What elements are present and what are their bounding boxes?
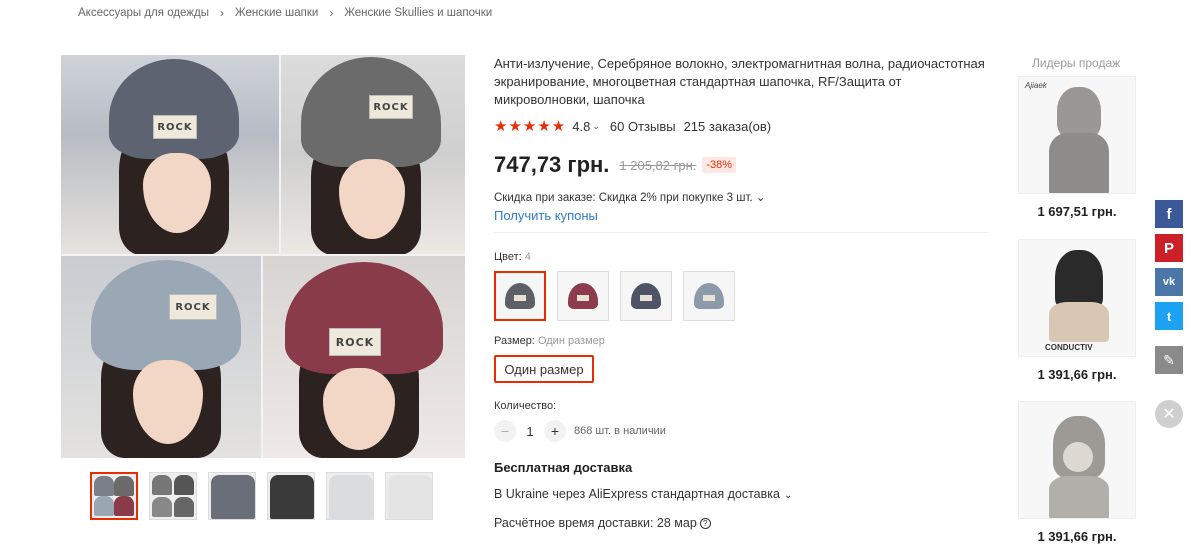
price-row: 747,73 грн. 1 205,82 грн. -38% — [494, 152, 737, 178]
chevron-down-icon[interactable]: ⌄ — [753, 192, 766, 204]
star-rating-icon: ★★★★★ — [494, 118, 567, 135]
thumbnail-strip — [90, 472, 433, 520]
thumbnail[interactable] — [90, 472, 138, 520]
quantity-stepper: − 1 + 868 шт. в наличии — [494, 420, 666, 442]
chevron-right-icon: › — [329, 6, 334, 20]
color-swatch[interactable] — [683, 271, 735, 321]
rock-patch: ROCK — [369, 95, 413, 119]
color-swatch[interactable] — [620, 271, 672, 321]
thumbnail[interactable] — [267, 472, 315, 520]
bestseller-item[interactable]: CONDUCTIV 1 391,66 грн. — [1018, 239, 1136, 382]
shipping-method-select[interactable]: В Ukraine через AliExpress стандартная д… — [494, 487, 792, 501]
get-coupons-link[interactable]: Получить купоны — [494, 208, 598, 223]
thumbnail[interactable] — [208, 472, 256, 520]
question-icon[interactable]: ? — [699, 518, 711, 529]
color-swatch[interactable] — [557, 271, 609, 321]
size-option-button[interactable]: Один размер — [494, 355, 594, 383]
shipping-title: Бесплатная доставка — [494, 460, 633, 475]
bestseller-image[interactable] — [1018, 401, 1136, 519]
rock-patch: ROCK — [329, 328, 381, 356]
rating-row: ★★★★★ 4.8 ⌄ 60 Отзывы 215 заказа(ов) — [494, 117, 771, 135]
plus-icon[interactable]: + — [544, 420, 566, 442]
reviews-link[interactable]: 60 Отзывы — [610, 119, 676, 134]
bestseller-price: 1 697,51 грн. — [1037, 204, 1117, 219]
bestseller-price: 1 391,66 грн. — [1037, 529, 1117, 544]
thumbnail[interactable] — [326, 472, 374, 520]
thumbnail[interactable] — [385, 472, 433, 520]
bestseller-image[interactable]: Ajiaek — [1018, 76, 1136, 194]
stock-count: 868 шт. в наличии — [574, 425, 666, 437]
chevron-down-icon[interactable]: ⌄ — [592, 121, 600, 132]
order-discount-info[interactable]: Скидка при заказе: Скидка 2% при покупке… — [494, 190, 766, 204]
size-label: Размер: Один размер — [494, 335, 605, 347]
old-price: 1 205,82 грн. — [619, 157, 697, 173]
thumbnail[interactable] — [149, 472, 197, 520]
rating-score[interactable]: 4.8 — [572, 119, 590, 134]
breadcrumb-item[interactable]: Женские Skullies и шапочки — [344, 7, 492, 19]
minus-icon[interactable]: − — [494, 420, 516, 442]
breadcrumb: Аксессуары для одежды › Женские шапки › … — [78, 6, 492, 20]
pinterest-icon[interactable]: P — [1155, 234, 1183, 262]
edit-icon[interactable]: ✎ — [1155, 346, 1183, 374]
discount-badge: -38% — [702, 157, 737, 173]
quantity-value[interactable]: 1 — [516, 424, 544, 439]
bestseller-item[interactable]: Ajiaek 1 697,51 грн. — [1018, 76, 1136, 219]
photo-quadrant: ROCK — [281, 55, 465, 254]
bestseller-item[interactable]: 1 391,66 грн. — [1018, 401, 1136, 544]
color-swatch[interactable] — [494, 271, 546, 321]
divider — [494, 232, 988, 233]
vk-icon[interactable]: vk — [1155, 268, 1183, 296]
bestseller-price: 1 391,66 грн. — [1037, 367, 1117, 382]
orders-count: 215 заказа(ов) — [683, 118, 772, 134]
facebook-icon[interactable]: f — [1155, 200, 1183, 228]
color-swatches — [494, 271, 735, 321]
twitter-icon[interactable]: t — [1155, 302, 1183, 330]
delivery-estimate: Расчётное время доставки: 28 мар? — [494, 516, 711, 530]
photo-quadrant: ROCK — [61, 55, 279, 254]
close-icon[interactable]: ✕ — [1155, 400, 1183, 428]
quantity-label: Количество: — [494, 400, 557, 412]
rock-patch: ROCK — [153, 115, 197, 139]
product-main-image[interactable]: ROCK ROCK ROCK ROCK — [61, 55, 465, 458]
breadcrumb-item[interactable]: Аксессуары для одежды — [78, 7, 209, 19]
breadcrumb-item[interactable]: Женские шапки — [235, 7, 318, 19]
photo-quadrant: ROCK — [61, 256, 261, 458]
bestsellers-title: Лидеры продаж — [1032, 56, 1121, 70]
current-price: 747,73 грн. — [494, 152, 610, 177]
product-title: Анти-излучение, Серебряное волокно, элек… — [494, 56, 985, 107]
photo-quadrant: ROCK — [263, 256, 465, 458]
chevron-right-icon: › — [219, 6, 224, 20]
bestseller-image[interactable]: CONDUCTIV — [1018, 239, 1136, 357]
rock-patch: ROCK — [169, 294, 217, 320]
chevron-down-icon[interactable]: ⌄ — [784, 490, 792, 501]
color-label: Цвет: 4 — [494, 251, 531, 263]
